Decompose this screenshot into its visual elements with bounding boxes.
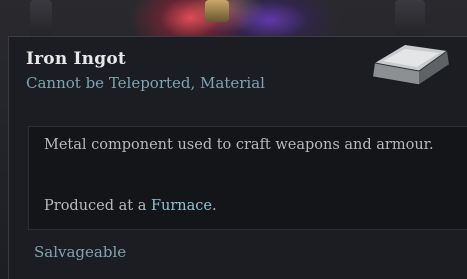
background-pillar	[30, 0, 52, 40]
background-lamp	[205, 0, 229, 22]
iron-ingot-icon	[372, 45, 450, 86]
produced-suffix: .	[212, 198, 217, 214]
item-tooltip: Iron Ingot Cannot be Teleported, Materia…	[8, 36, 467, 279]
item-description: Metal component used to craft weapons an…	[44, 137, 434, 153]
game-background: Iron Ingot Cannot be Teleported, Materia…	[0, 0, 467, 279]
item-subtitle: Cannot be Teleported, Material	[26, 74, 265, 92]
background-pillar	[395, 0, 425, 40]
salvageable-label: Salvageable	[34, 243, 127, 261]
furnace-link[interactable]: Furnace	[151, 198, 212, 214]
produced-at-line: Produced at a Furnace.	[44, 198, 217, 214]
description-panel: Metal component used to craft weapons an…	[28, 126, 467, 230]
item-name: Iron Ingot	[26, 49, 126, 69]
produced-prefix: Produced at a	[44, 198, 151, 214]
